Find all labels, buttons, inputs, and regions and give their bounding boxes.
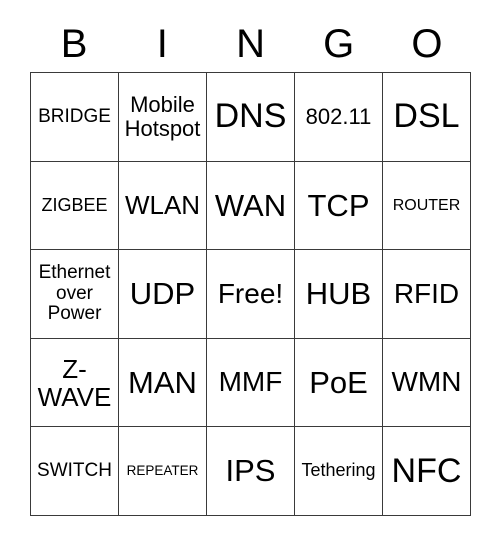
bingo-cell-label: Tethering: [301, 460, 376, 481]
bingo-cell[interactable]: SWITCH: [31, 427, 119, 516]
bingo-cell-label: WMN: [391, 366, 462, 398]
bingo-cell[interactable]: ZIGBEE: [31, 161, 119, 251]
bingo-cell[interactable]: WMN: [383, 338, 471, 428]
bingo-cell-label: RFID: [393, 277, 460, 309]
bingo-cell-label: IPS: [225, 453, 276, 489]
bingo-cell-label: BRIDGE: [38, 105, 111, 127]
bingo-row: Z-WAVE MAN MMF PoE WMN: [31, 338, 471, 428]
header-letter-o: O: [411, 22, 443, 66]
bingo-cell[interactable]: IPS: [207, 427, 295, 516]
bingo-cell-label: Free!: [217, 277, 284, 309]
bingo-cell-label: REPEATER: [126, 462, 199, 478]
bingo-cell-label: PoE: [309, 364, 368, 400]
bingo-cell-label: SWITCH: [37, 459, 112, 481]
bingo-cell[interactable]: NFC: [383, 427, 471, 516]
bingo-cell[interactable]: UDP: [119, 250, 207, 339]
bingo-cell[interactable]: RFID: [383, 250, 471, 339]
bingo-cell-label: ROUTER: [392, 196, 461, 214]
bingo-cell-label: TCP: [307, 187, 370, 223]
bingo-row: SWITCH REPEATER IPS Tethering NFC: [31, 427, 471, 516]
bingo-cell[interactable]: Tethering: [295, 427, 383, 516]
header-letter-i: I: [156, 22, 168, 66]
bingo-row: BRIDGE Mobile Hotspot DNS 802.11 DSL: [31, 73, 471, 162]
bingo-cell-label: Mobile Hotspot: [124, 92, 201, 141]
header-letter-g: G: [323, 22, 355, 66]
bingo-row: Ethernet over Power UDP Free! HUB RFID: [31, 250, 471, 339]
bingo-card: B I N G O BRIDGE Mobile Hotspot DNS 802.…: [0, 0, 500, 544]
bingo-cell[interactable]: MAN: [119, 338, 207, 428]
bingo-cell[interactable]: HUB: [295, 250, 383, 339]
bingo-header-row: B I N G O: [30, 16, 471, 72]
header-letter-n: N: [236, 22, 265, 66]
bingo-row: ZIGBEE WLAN WAN TCP ROUTER: [31, 161, 471, 251]
bingo-cell-label: HUB: [305, 276, 372, 312]
bingo-cell[interactable]: ROUTER: [383, 161, 471, 251]
bingo-cell[interactable]: TCP: [295, 161, 383, 251]
bingo-cell[interactable]: WLAN: [119, 161, 207, 251]
header-letter-b: B: [60, 22, 88, 66]
bingo-cell[interactable]: WAN: [207, 161, 295, 251]
bingo-cell[interactable]: REPEATER: [119, 427, 207, 516]
bingo-cell-label: WLAN: [124, 190, 201, 221]
bingo-grid: BRIDGE Mobile Hotspot DNS 802.11 DSL ZIG…: [30, 72, 471, 516]
bingo-cell[interactable]: Z-WAVE: [31, 338, 119, 428]
bingo-cell-label: 802.11: [305, 103, 372, 129]
bingo-cell-free[interactable]: Free!: [207, 250, 295, 339]
bingo-cell[interactable]: BRIDGE: [31, 73, 119, 162]
bingo-cell-label: DNS: [214, 97, 287, 136]
bingo-cell-label: MAN: [128, 364, 197, 400]
bingo-cell-label: MMF: [218, 366, 283, 398]
bingo-cell[interactable]: 802.11: [295, 73, 383, 162]
bingo-cell-label: Ethernet over Power: [38, 262, 111, 325]
bingo-cell-label: UDP: [129, 276, 196, 312]
bingo-cell[interactable]: Ethernet over Power: [31, 250, 119, 339]
bingo-cell-label: ZIGBEE: [41, 194, 108, 215]
bingo-cell[interactable]: MMF: [207, 338, 295, 428]
bingo-cell[interactable]: DNS: [207, 73, 295, 162]
bingo-cell-label: NFC: [391, 451, 462, 490]
bingo-cell-label: Z-WAVE: [37, 353, 112, 412]
bingo-cell-label: WAN: [214, 187, 287, 223]
bingo-cell[interactable]: DSL: [383, 73, 471, 162]
bingo-cell[interactable]: PoE: [295, 338, 383, 428]
bingo-cell[interactable]: Mobile Hotspot: [119, 73, 207, 162]
bingo-cell-label: DSL: [393, 97, 460, 136]
